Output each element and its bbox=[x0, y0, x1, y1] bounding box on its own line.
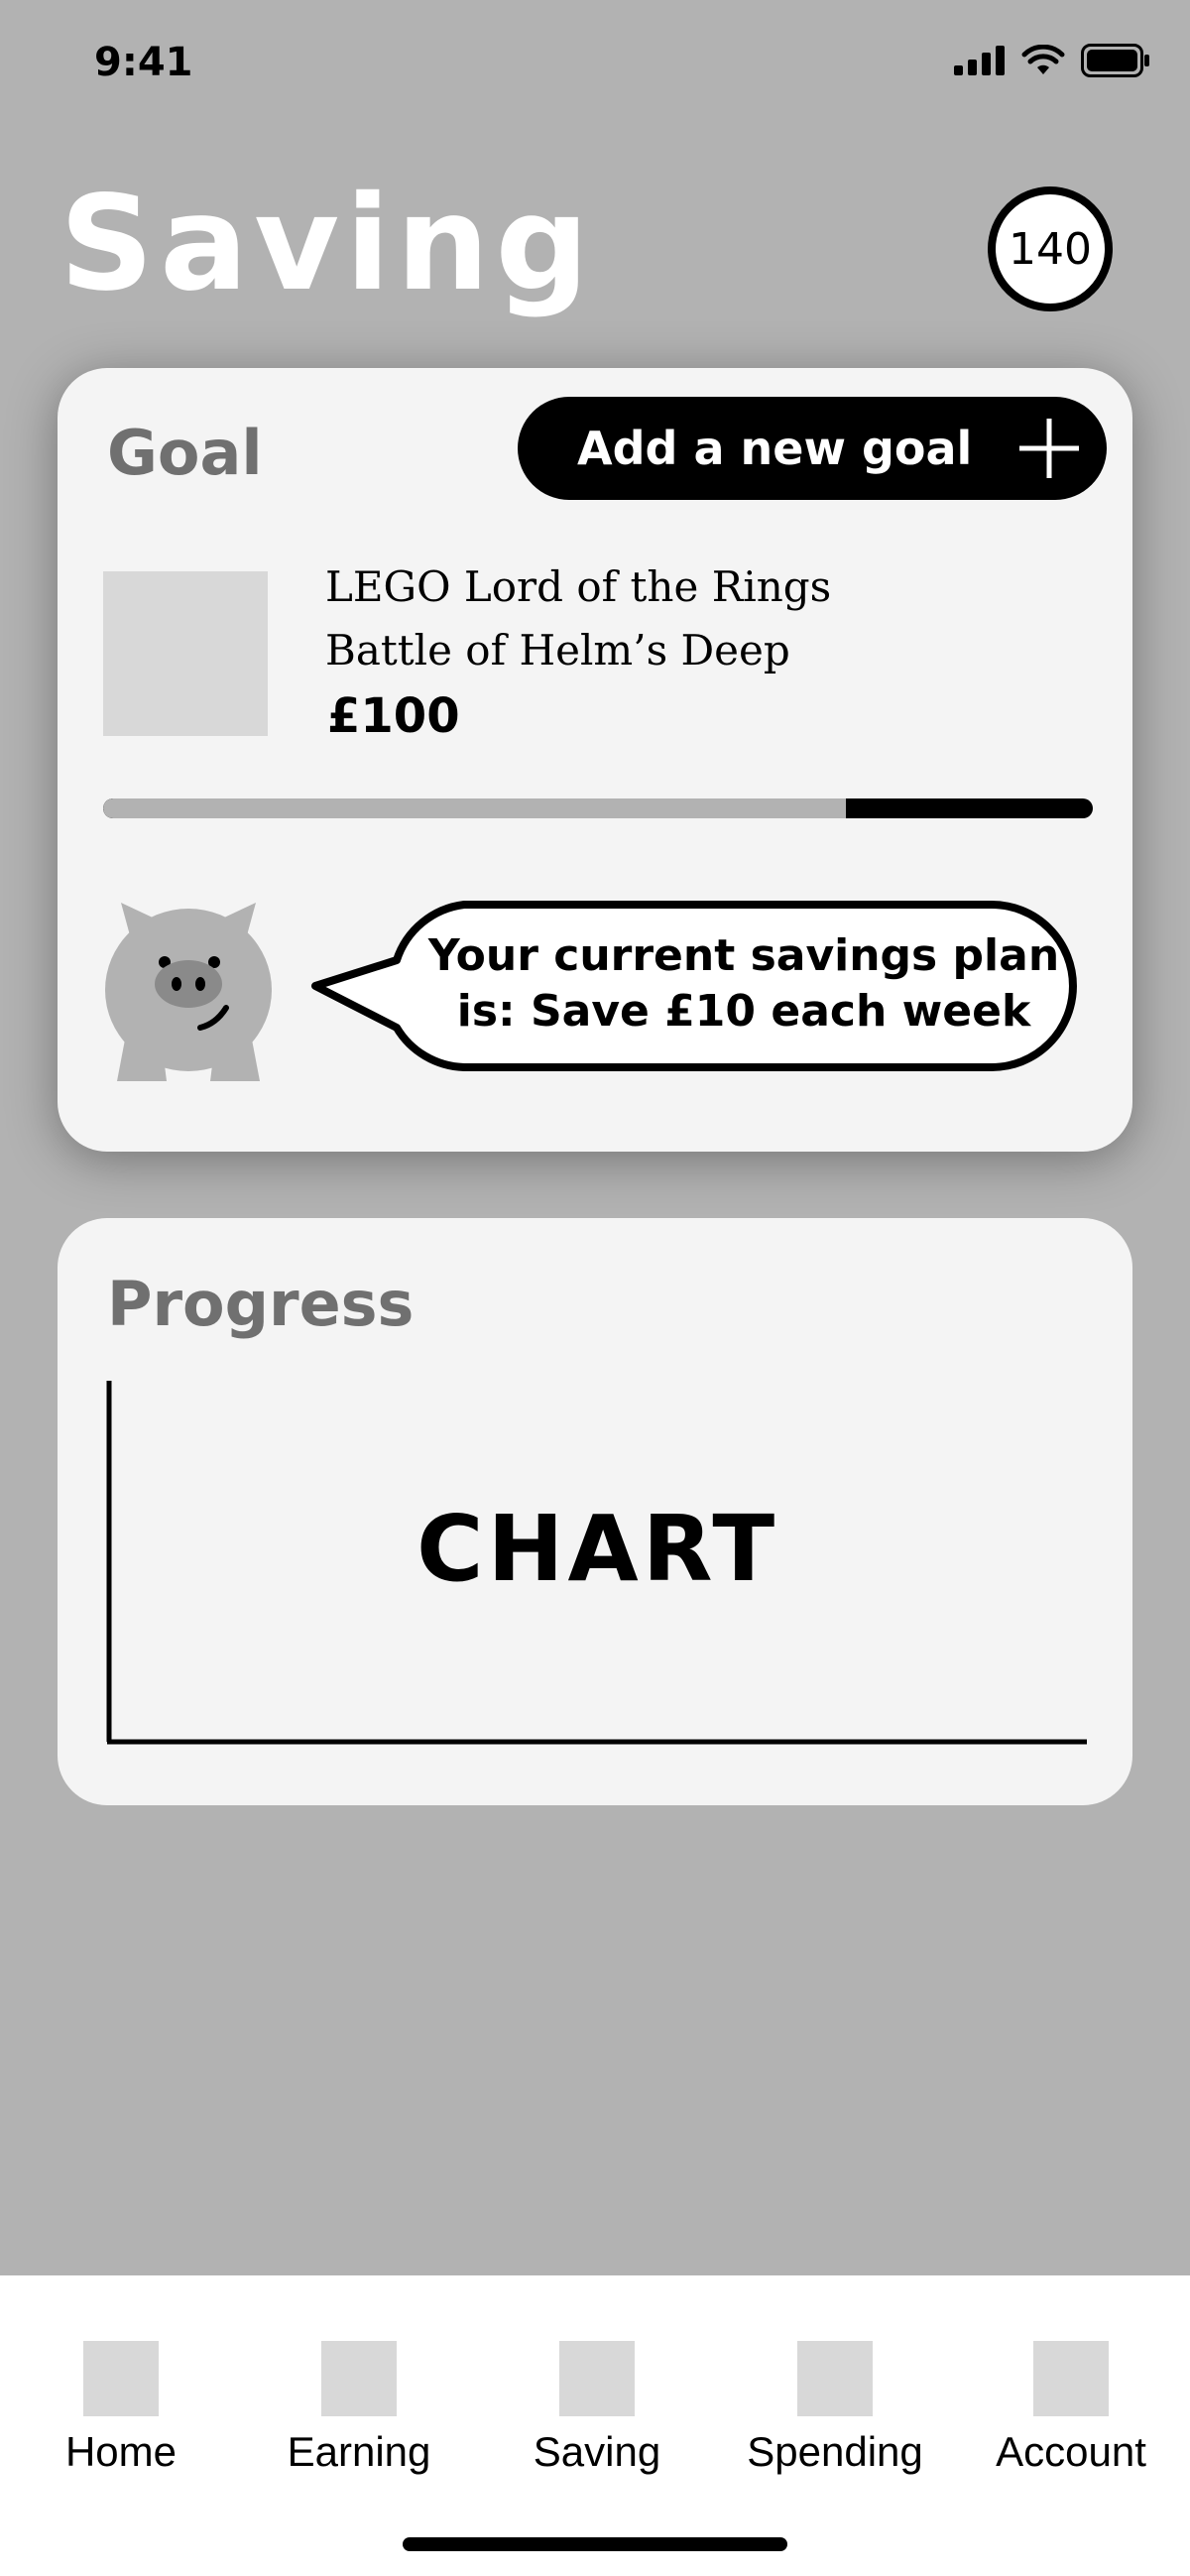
goal-name: LEGO Lord of the Rings Battle of Helm’s … bbox=[325, 555, 831, 682]
tab-spending[interactable]: Spending bbox=[746, 2341, 924, 2476]
goal-progress-fill bbox=[103, 798, 846, 818]
tab-account-label: Account bbox=[996, 2428, 1146, 2475]
spending-icon bbox=[797, 2341, 873, 2416]
tab-account[interactable]: Account bbox=[982, 2341, 1160, 2476]
tab-earning-label: Earning bbox=[287, 2428, 431, 2475]
status-time: 9:41 bbox=[94, 40, 193, 85]
savings-plan-line2: is: Save £10 each week bbox=[456, 986, 1031, 1037]
saving-icon bbox=[559, 2341, 635, 2416]
goal-price: £100 bbox=[327, 688, 460, 744]
tab-home-label: Home bbox=[64, 2428, 178, 2475]
battery-icon bbox=[1081, 44, 1149, 77]
piggy-bank-icon bbox=[105, 903, 272, 1081]
goal-name-line1: LEGO Lord of the Rings bbox=[325, 562, 832, 611]
tab-spending-label: Spending bbox=[747, 2428, 923, 2475]
goal-progress-bar bbox=[103, 798, 1093, 818]
tab-earning[interactable]: Earning bbox=[270, 2341, 448, 2476]
account-icon bbox=[1033, 2341, 1109, 2416]
home-icon bbox=[83, 2341, 159, 2416]
savings-plan-line1: Your current savings plan bbox=[427, 930, 1060, 981]
earning-icon bbox=[321, 2341, 397, 2416]
tab-saving[interactable]: Saving bbox=[508, 2341, 686, 2476]
status-icons bbox=[954, 44, 1150, 77]
goal-heading: Goal bbox=[107, 417, 263, 489]
goal-name-line2: Battle of Helm’s Deep bbox=[325, 626, 790, 675]
points-badge[interactable]: 140 bbox=[988, 186, 1113, 311]
progress-heading: Progress bbox=[107, 1268, 415, 1340]
tab-saving-label: Saving bbox=[533, 2428, 661, 2475]
tab-home[interactable]: Home bbox=[32, 2341, 210, 2476]
cellular-signal-icon bbox=[954, 46, 1005, 75]
page-title: Saving bbox=[60, 168, 595, 320]
savings-plan-text: Your current savings plan is: Save £10 e… bbox=[416, 928, 1071, 1040]
plus-icon bbox=[1019, 419, 1079, 478]
add-goal-label: Add a new goal bbox=[577, 422, 973, 475]
home-indicator bbox=[403, 2537, 787, 2551]
add-goal-button[interactable]: Add a new goal bbox=[518, 397, 1107, 500]
goal-image bbox=[103, 571, 268, 736]
chart-placeholder-label: CHART bbox=[416, 1496, 779, 1602]
wifi-icon bbox=[1021, 45, 1065, 74]
